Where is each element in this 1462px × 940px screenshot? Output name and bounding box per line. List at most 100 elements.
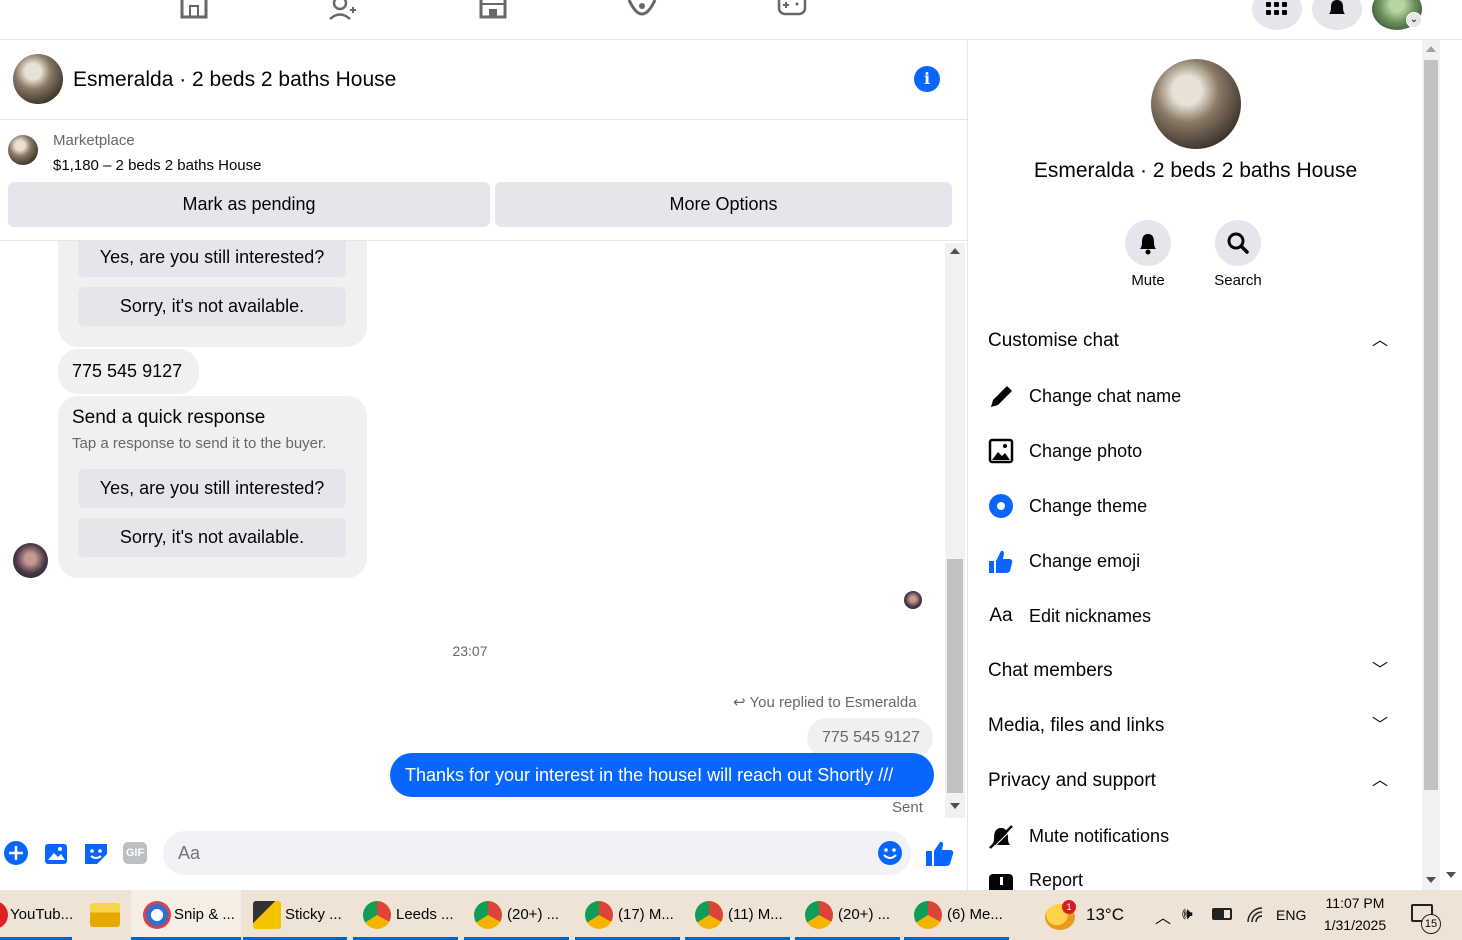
scroll-down-arrow-icon[interactable] <box>1446 872 1456 878</box>
sticker-icon[interactable] <box>83 840 109 866</box>
scrollbar-thumb[interactable] <box>1424 60 1438 790</box>
seen-avatar <box>904 591 922 609</box>
photo-icon[interactable] <box>43 840 69 866</box>
bell-icon <box>1329 0 1345 14</box>
battery-icon[interactable] <box>1212 908 1232 920</box>
customise-chat-section[interactable]: Customise chat ︿ <box>988 321 1408 361</box>
mute-notifications-item[interactable]: Mute notifications <box>988 816 1408 856</box>
speaker-icon[interactable]: 🕪 <box>1182 904 1193 924</box>
outer-scrollbar[interactable] <box>1440 40 1462 890</box>
scroll-up-arrow-icon[interactable] <box>1426 46 1436 52</box>
bell-icon <box>1140 234 1156 255</box>
quoted-message[interactable]: 775 545 9127 <box>807 718 933 758</box>
quick-response-title: Send a quick response <box>72 407 266 428</box>
mute-label: Mute <box>1131 272 1165 289</box>
mark-as-pending-button[interactable]: Mark as pending <box>8 182 490 227</box>
chevron-down-icon: ﹀ <box>1371 662 1388 679</box>
taskbar-item-chrome[interactable]: (11) M... <box>685 890 790 940</box>
taskbar-file-explorer[interactable] <box>88 890 122 940</box>
grid-icon <box>1266 2 1287 15</box>
quick-reply-yes-button[interactable]: Yes, are you still interested? <box>78 469 346 508</box>
taskbar-item-chrome[interactable]: (17) M... <box>575 890 680 940</box>
chat-members-section[interactable]: Chat members ﹀ <box>988 651 1408 691</box>
like-icon[interactable] <box>925 840 955 866</box>
message-input[interactable] <box>163 831 911 875</box>
gif-icon[interactable]: GIF <box>123 840 149 866</box>
panel-scrollbar[interactable] <box>1422 40 1440 890</box>
quick-reply-no-button[interactable]: Sorry, it's not available. <box>78 287 346 326</box>
plus-icon[interactable] <box>3 840 29 866</box>
weather-widget[interactable]: 1 13°C <box>1043 890 1133 940</box>
privacy-support-section[interactable]: Privacy and support ︿ <box>988 761 1408 801</box>
message-scrollbar[interactable] <box>945 243 965 818</box>
taskbar-item-chrome[interactable]: (6) Me... <box>904 890 1009 940</box>
friends-icon[interactable] <box>328 0 358 20</box>
chrome-icon <box>474 901 502 929</box>
quick-reply-no-button[interactable]: Sorry, it's not available. <box>78 518 346 557</box>
emoji-icon[interactable] <box>877 840 903 866</box>
message-composer: GIF <box>0 820 967 890</box>
phone-message: 775 545 9127 <box>58 349 199 394</box>
notifications-button[interactable] <box>1312 0 1362 30</box>
panel-avatar[interactable] <box>1151 59 1241 149</box>
listing-title[interactable]: $1,180 – 2 beds 2 baths House <box>53 157 262 174</box>
taskbar-item-chrome[interactable]: (20+) ... <box>795 890 900 940</box>
marketplace-icon[interactable] <box>478 0 508 20</box>
chat-avatar[interactable] <box>13 54 63 104</box>
search-button[interactable] <box>1215 220 1261 266</box>
reply-icon: ↩︎ <box>733 694 746 711</box>
mute-button[interactable] <box>1125 220 1171 266</box>
weather-badge: 1 <box>1062 900 1076 914</box>
marketplace-listing-block: Marketplace $1,180 – 2 beds 2 baths Hous… <box>0 120 967 241</box>
chat-title[interactable]: Esmeralda · 2 beds 2 baths House <box>73 68 396 92</box>
groups-icon[interactable] <box>627 0 657 20</box>
language-indicator[interactable]: ENG <box>1276 907 1306 923</box>
taskbar-item-chrome[interactable]: (20+) ... <box>464 890 569 940</box>
edit-nicknames-item[interactable]: Aa Edit nicknames <box>988 596 1408 636</box>
change-emoji-item[interactable]: Change emoji <box>988 541 1408 581</box>
menu-grid-button[interactable] <box>1252 0 1302 30</box>
info-icon[interactable]: i <box>914 66 940 92</box>
report-item[interactable]: Report <box>988 860 1408 890</box>
text-size-icon: Aa <box>989 605 1013 626</box>
chevron-down-icon: ﹀ <box>1371 717 1388 734</box>
folder-icon <box>90 903 120 927</box>
quick-response-bubble: Yes, are you still interested? Sorry, it… <box>58 241 367 347</box>
clock-time[interactable]: 11:07 PM <box>1318 895 1392 911</box>
home-icon[interactable] <box>179 0 209 20</box>
chevron-up-icon: ︿ <box>1371 772 1388 789</box>
search-label: Search <box>1214 272 1262 289</box>
taskbar-item-youtube[interactable]: YouTub... <box>0 890 73 940</box>
windows-taskbar: YouTub... Snip & ... Sticky ... Leeds ..… <box>0 890 1462 940</box>
taskbar-item-chrome[interactable]: Leeds ... <box>353 890 458 940</box>
chrome-icon <box>363 901 391 929</box>
taskbar-item-snip[interactable]: Snip & ... <box>131 890 241 940</box>
change-theme-item[interactable]: Change theme <box>988 486 1408 526</box>
clock-date[interactable]: 1/31/2025 <box>1318 917 1392 933</box>
change-chat-name-item[interactable]: Change chat name <box>988 376 1408 416</box>
sender-avatar[interactable] <box>13 543 48 578</box>
listing-thumbnail[interactable] <box>8 135 38 165</box>
warning-icon <box>988 860 1014 890</box>
gaming-icon[interactable] <box>777 0 807 20</box>
more-options-button[interactable]: More Options <box>495 182 952 227</box>
scrollbar-thumb[interactable] <box>947 559 963 793</box>
scroll-up-arrow-icon[interactable] <box>950 248 960 254</box>
chevron-up-icon[interactable]: ︿ <box>1155 904 1171 928</box>
quick-response-bubble: Send a quick response Tap a response to … <box>58 396 367 578</box>
media-files-links-section[interactable]: Media, files and links ﹀ <box>988 706 1408 746</box>
quick-reply-yes-button[interactable]: Yes, are you still interested? <box>78 241 346 277</box>
panel-title: Esmeralda · 2 beds 2 baths House <box>1033 159 1358 182</box>
change-photo-item[interactable]: Change photo <box>988 431 1408 471</box>
sent-status: Sent <box>892 799 923 816</box>
taskbar-item-sticky[interactable]: Sticky ... <box>243 890 347 940</box>
thumbs-up-icon <box>988 541 1014 581</box>
scroll-down-arrow-icon[interactable] <box>1426 877 1436 883</box>
chevron-down-icon[interactable]: ⌄ <box>1406 12 1422 28</box>
scroll-down-arrow-icon[interactable] <box>950 803 960 809</box>
quick-response-subtitle: Tap a response to send it to the buyer. <box>72 435 327 452</box>
sticky-notes-icon <box>253 901 281 929</box>
wifi-icon[interactable] <box>1246 906 1264 924</box>
notification-count-badge: 15 <box>1421 914 1441 934</box>
chat-header: Esmeralda · 2 beds 2 baths House i <box>0 40 967 120</box>
